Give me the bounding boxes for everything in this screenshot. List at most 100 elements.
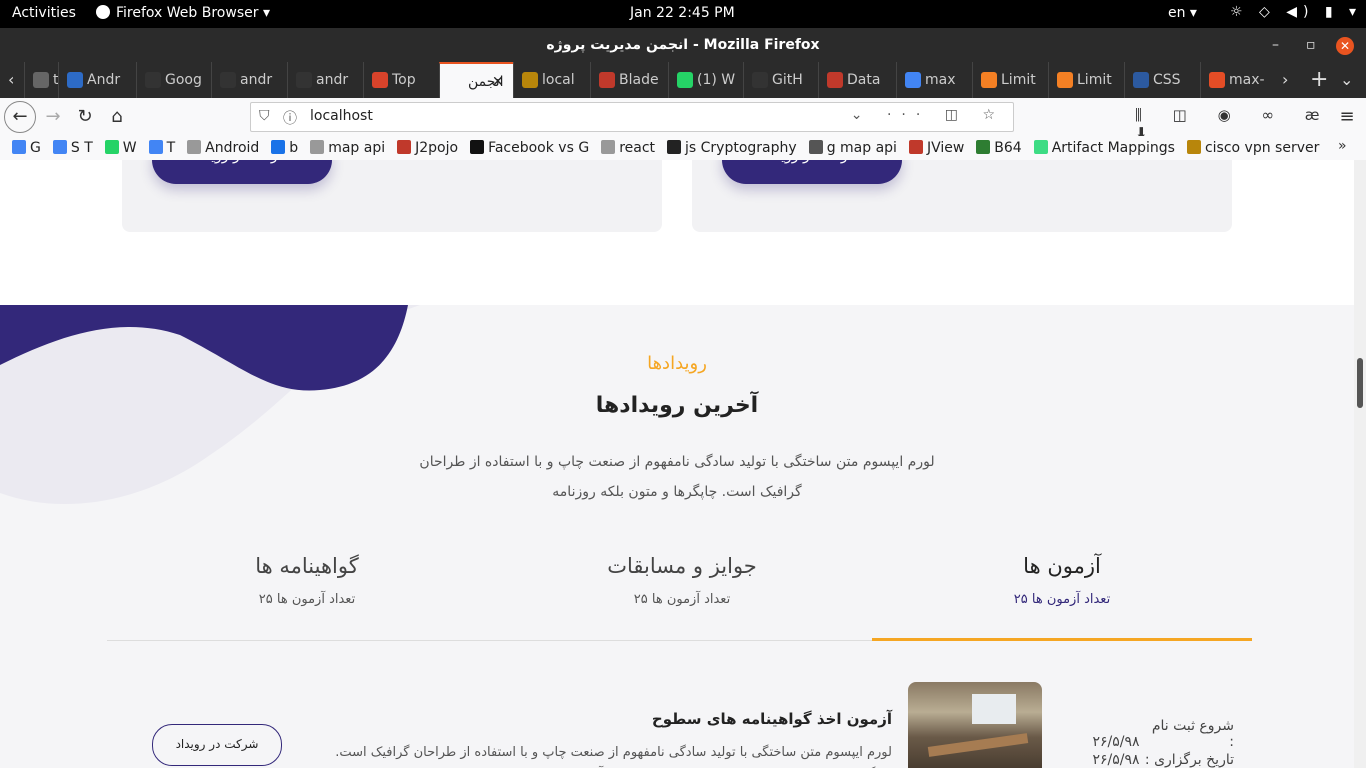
tab-label: Andr xyxy=(87,72,121,88)
browser-tab[interactable]: andr xyxy=(211,62,288,98)
new-tab-icon[interactable]: + xyxy=(1310,62,1328,98)
bookmark-item[interactable]: react xyxy=(601,136,655,160)
maximize-icon[interactable]: ▫ xyxy=(1306,37,1316,53)
url-bar[interactable]: ⛉ ⓘ localhost ⌄ ··· ◫ ☆ xyxy=(250,102,1014,132)
bookmark-item[interactable]: J2pojo xyxy=(397,136,458,160)
page-content: شرکت در رویداد شرکت در رویداد رویدادها آ… xyxy=(0,160,1354,768)
tab-favicon-icon xyxy=(220,72,236,88)
browser-tab[interactable]: tHt xyxy=(24,62,59,98)
system-tray[interactable]: ☼ ◇ ◀) ▮ ▾ xyxy=(1230,4,1362,20)
browser-tab[interactable]: max xyxy=(896,62,973,98)
bookmark-item[interactable]: cisco vpn server xyxy=(1186,136,1319,160)
browser-tab[interactable]: max- xyxy=(1200,62,1277,98)
tab-label: andr xyxy=(240,72,273,88)
browser-tab[interactable]: (1) W xyxy=(668,62,744,98)
browser-tab[interactable]: Limit xyxy=(972,62,1049,98)
bookmark-label: Android xyxy=(205,140,260,156)
bookmark-item[interactable]: W xyxy=(104,136,137,160)
tab-scroll-right-icon[interactable]: › xyxy=(1282,62,1288,98)
menu-icon[interactable]: ≡ xyxy=(1334,104,1360,130)
event-photo xyxy=(908,682,1042,768)
more-bookmarks-icon[interactable]: » xyxy=(1338,138,1347,154)
bookmark-label: map api xyxy=(328,140,386,156)
browser-tab[interactable]: CSS xyxy=(1124,62,1201,98)
back-icon[interactable]: ← xyxy=(4,101,36,133)
browser-tab[interactable]: Limit xyxy=(1048,62,1125,98)
join-event-button[interactable]: شرکت در رویداد xyxy=(722,160,902,184)
tab-active[interactable]: انجمن ✕ xyxy=(439,62,514,98)
tab-strip: ‹ tHt Andr Goog andr andr Top انجمن✕ local Blade… xyxy=(0,62,1366,98)
language-selector[interactable]: en ▾ xyxy=(1168,5,1197,21)
bookmark-item[interactable]: b xyxy=(271,136,298,160)
activities-button[interactable]: Activities xyxy=(12,5,76,21)
bookmark-item[interactable]: g map api xyxy=(808,136,897,160)
bookmark-item[interactable]: Facebook vs G xyxy=(470,136,589,160)
url-text[interactable]: localhost xyxy=(310,108,373,124)
tab-favicon-icon xyxy=(981,72,997,88)
event-title[interactable]: آزمون اخذ گواهینامه های سطوح xyxy=(600,710,892,728)
bookmark-item[interactable]: js Cryptography xyxy=(667,136,797,160)
tab-certificates[interactable]: گواهینامه ها تعداد آزمون ها ۲۵ xyxy=(117,550,497,640)
browser-tab[interactable]: Blade xyxy=(590,62,669,98)
bookmark-item[interactable]: B64 xyxy=(976,136,1022,160)
tab-title: آزمون ها xyxy=(1023,554,1101,578)
tab-favicon-icon xyxy=(677,72,693,88)
tab-label: max xyxy=(925,72,956,88)
tab-favicon-icon xyxy=(372,72,388,88)
site-info-icon[interactable]: ⓘ xyxy=(283,108,297,128)
browser-tab[interactable]: Top xyxy=(363,62,440,98)
list-tabs-icon[interactable]: ⌄ xyxy=(1340,62,1353,98)
bookmark-label: B64 xyxy=(994,140,1022,156)
close-window-icon[interactable]: ✕ xyxy=(1336,37,1354,55)
bookmark-label: Facebook vs G xyxy=(488,140,590,156)
bookmark-item[interactable]: G xyxy=(12,136,41,160)
projector-screen-shape xyxy=(972,694,1016,724)
bookmark-label: b xyxy=(289,140,299,156)
bookmark-item[interactable]: map api xyxy=(310,136,385,160)
event-dates: شروع ثبت نام : ۲۶/۵/۹۸ تاریخ برگزاری : ۲… xyxy=(1070,718,1234,768)
reload-icon[interactable]: ↻ xyxy=(72,104,98,130)
tab-title: گواهینامه ها xyxy=(255,554,359,578)
tab-exams[interactable]: آزمون ها تعداد آزمون ها ۲۵ xyxy=(872,550,1252,641)
events-section: رویدادها آخرین رویدادها لورم ایپسوم متن … xyxy=(0,305,1354,768)
bookmark-item[interactable]: JView xyxy=(908,136,964,160)
tab-favicon-icon xyxy=(905,72,921,88)
bookmark-item[interactable]: Android xyxy=(187,136,259,160)
browser-tab[interactable]: Goog xyxy=(136,62,212,98)
bookmark-item[interactable]: T xyxy=(148,136,175,160)
tab-label: (1) W xyxy=(697,72,736,88)
tab-scroll-left-icon[interactable]: ‹ xyxy=(8,62,14,98)
bookmark-icon xyxy=(52,140,67,154)
browser-tab[interactable]: GitH xyxy=(743,62,819,98)
forward-icon[interactable]: → xyxy=(40,104,66,130)
join-event-button[interactable]: شرکت در رویداد xyxy=(152,724,282,766)
bookmark-label: W xyxy=(122,140,137,156)
page-scrollbar[interactable] xyxy=(1354,160,1366,768)
browser-tab[interactable]: Data xyxy=(818,62,897,98)
tab-awards[interactable]: جوایز و مسابقات تعداد آزمون ها ۲۵ xyxy=(492,550,872,640)
tab-label: max- xyxy=(1229,72,1265,88)
browser-tab[interactable]: andr xyxy=(287,62,364,98)
home-icon[interactable]: ⌂ xyxy=(104,104,130,130)
minimize-icon[interactable]: – xyxy=(1272,37,1279,53)
clock[interactable]: Jan 22 2:45 PM xyxy=(630,5,735,21)
bookmark-icon xyxy=(976,140,991,154)
url-actions[interactable]: ⌄ ··· ◫ ☆ xyxy=(851,107,1005,123)
bookmark-item[interactable]: Artifact Mappings xyxy=(1033,136,1175,160)
registration-start-row: شروع ثبت نام : ۲۶/۵/۹۸ xyxy=(1070,718,1234,752)
bookmark-label: g map api xyxy=(826,140,897,156)
browser-tab[interactable]: local xyxy=(513,62,591,98)
bookmark-label: react xyxy=(619,140,656,156)
bookmark-item[interactable]: S T xyxy=(52,136,93,160)
tab-title: جوایز و مسابقات xyxy=(607,554,757,578)
tab-favicon-icon xyxy=(145,72,161,88)
tab-favicon-icon xyxy=(1057,72,1073,88)
event-item: شروع ثبت نام : ۲۶/۵/۹۸ تاریخ برگزاری : ۲… xyxy=(0,680,1354,768)
close-tab-icon[interactable]: ✕ xyxy=(492,64,504,98)
browser-tab[interactable]: Andr xyxy=(58,62,137,98)
tracking-shield-icon[interactable]: ⛉ xyxy=(259,108,270,124)
app-menu[interactable]: Firefox Web Browser ▾ xyxy=(96,5,270,21)
bookmark-icon xyxy=(601,140,616,154)
join-event-button[interactable]: شرکت در رویداد xyxy=(152,160,332,184)
scrollbar-thumb[interactable] xyxy=(1357,358,1363,408)
